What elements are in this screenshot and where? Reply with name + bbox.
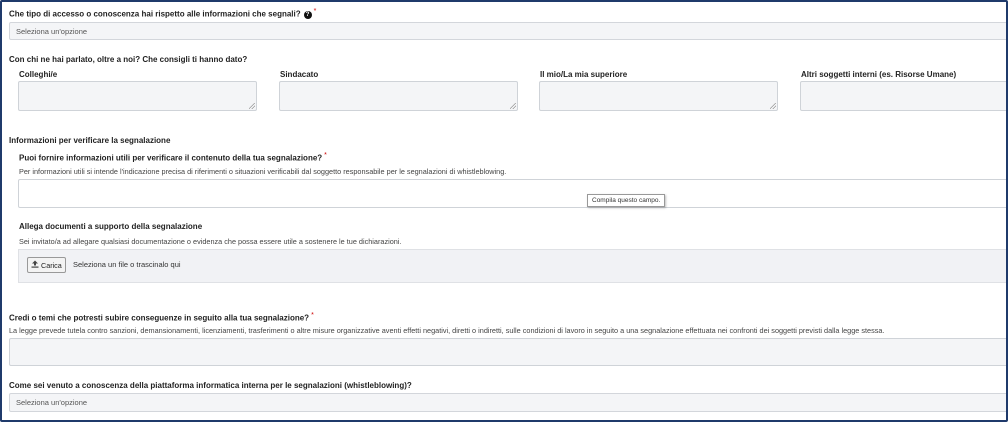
form-frame: Che tipo di accesso o conoscenza hai ris… bbox=[0, 0, 1008, 422]
contacts-heading: Con chi ne hai parlato, oltre a noi? Che… bbox=[9, 55, 248, 64]
platform-select-value: Seleziona un'opzione bbox=[16, 398, 88, 407]
consequences-help-text: La legge prevede tutela contro sanzioni,… bbox=[9, 326, 885, 335]
consequences-label: Credi o temi che potresti subire consegu… bbox=[9, 312, 314, 323]
required-marker: * bbox=[324, 152, 327, 159]
resize-grip-icon[interactable] bbox=[249, 103, 255, 109]
dropzone-text: Seleziona un file o trascinalo qui bbox=[73, 260, 181, 269]
access-question-label: Che tipo di accesso o conoscenza hai ris… bbox=[9, 8, 316, 19]
verify-question-label: Puoi fornire informazioni utili per veri… bbox=[19, 152, 327, 163]
upload-icon bbox=[31, 260, 39, 270]
attach-label: Allega documenti a supporto della segnal… bbox=[19, 222, 203, 231]
internal-subjects-textarea[interactable] bbox=[800, 81, 1006, 111]
access-question-text: Che tipo di accesso o conoscenza hai ris… bbox=[9, 9, 301, 19]
union-label: Sindacato bbox=[280, 70, 319, 79]
upload-button[interactable]: Carica bbox=[27, 257, 66, 273]
internal-subjects-label: Altri soggetti interni (es. Risorse Uman… bbox=[801, 70, 957, 79]
colleagues-textarea[interactable] bbox=[18, 81, 257, 111]
access-type-select[interactable]: Seleziona un'opzione bbox=[9, 22, 1006, 40]
upload-button-label: Carica bbox=[41, 260, 62, 270]
verify-section-heading: Informazioni per verificare la segnalazi… bbox=[9, 136, 171, 145]
superior-label: Il mio/La mia superiore bbox=[540, 70, 628, 79]
verify-info-textarea[interactable] bbox=[18, 179, 1006, 208]
resize-grip-icon[interactable] bbox=[770, 103, 776, 109]
file-dropzone[interactable]: Carica Seleziona un file o trascinalo qu… bbox=[18, 249, 1006, 283]
verify-help-text: Per informazioni utili si intende l'indi… bbox=[19, 167, 507, 176]
consequences-text: Credi o temi che potresti subire consegu… bbox=[9, 313, 310, 323]
help-icon[interactable]: ? bbox=[303, 10, 312, 19]
access-type-select-value: Seleziona un'opzione bbox=[16, 26, 88, 36]
consequences-textarea[interactable] bbox=[9, 338, 1006, 366]
verify-question-text: Puoi fornire informazioni utili per veri… bbox=[19, 153, 323, 163]
platform-label: Come sei venuto a conoscenza della piatt… bbox=[9, 381, 412, 390]
attach-help-text: Sei invitato/a ad allegare qualsiasi doc… bbox=[19, 237, 402, 246]
colleagues-label: Colleghi/e bbox=[19, 70, 58, 79]
superior-textarea[interactable] bbox=[539, 81, 778, 111]
union-textarea[interactable] bbox=[279, 81, 518, 111]
required-marker: * bbox=[313, 8, 317, 15]
validation-tooltip: Compila questo campo. bbox=[587, 194, 666, 207]
resize-grip-icon[interactable] bbox=[510, 103, 516, 109]
platform-select[interactable]: Seleziona un'opzione bbox=[9, 393, 1006, 412]
required-marker: * bbox=[311, 312, 314, 319]
